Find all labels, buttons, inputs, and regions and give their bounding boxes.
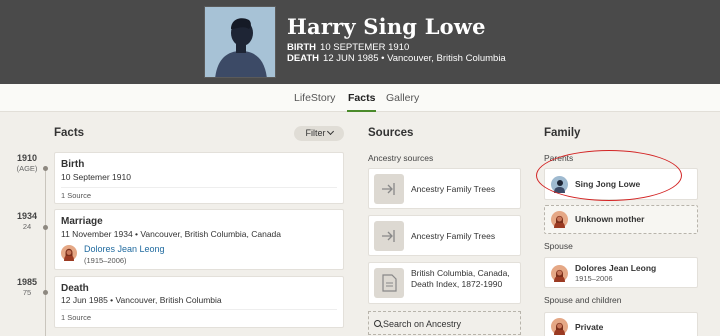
family-member-name: Unknown mother [575, 214, 645, 224]
spouse-and-children-label: Spouse and children [544, 295, 622, 305]
divider [61, 309, 337, 310]
document-icon [374, 268, 404, 298]
tree-icon [374, 174, 404, 204]
source-title: British Columbia, Canada, Death Index, 1… [411, 268, 510, 289]
family-member-name: Sing Jong Lowe [575, 179, 641, 189]
person-name: Harry Sing Lowe [287, 14, 486, 39]
female-avatar-icon [61, 245, 77, 261]
female-avatar-icon [551, 318, 568, 335]
spouse-label: Spouse [544, 241, 573, 251]
family-heading: Family [544, 127, 581, 139]
facts-heading: Facts [54, 127, 85, 139]
female-avatar-icon [551, 211, 568, 228]
search-icon [374, 320, 381, 327]
spouse-years: (1915–2006) [84, 256, 127, 265]
timeline-year: 1934 [16, 211, 38, 221]
timeline-line [45, 168, 46, 336]
search-on-ancestry-button[interactable]: Search on Ancestry [368, 311, 521, 335]
family-member-child[interactable]: Private [544, 312, 698, 336]
fact-title: Marriage [61, 216, 103, 227]
male-avatar-icon [551, 176, 568, 193]
death-summary: DEATH 12 JUN 1985 • Vancouver, British Co… [287, 53, 506, 64]
divider [61, 187, 337, 188]
ancestry-sources-label: Ancestry sources [368, 153, 434, 163]
chevron-down-icon [326, 127, 334, 136]
female-avatar-icon [551, 265, 568, 282]
fact-date: 11 November 1934 • Vancouver, British Co… [61, 229, 282, 239]
parents-label: Parents [544, 153, 574, 163]
fact-source-count[interactable]: 1 Source [61, 313, 91, 322]
fact-title: Death [61, 283, 89, 294]
timeline-year: 1985 [16, 277, 38, 287]
profile-tabs: LifeStory Facts Gallery [0, 84, 720, 112]
source-card[interactable]: British Columbia, Canada, Death Index, 1… [368, 262, 521, 304]
person-silhouette-icon [215, 18, 267, 77]
timeline-age: 75 [22, 288, 32, 297]
timeline-year: 1910 [16, 153, 38, 163]
filter-button[interactable]: Filter [294, 126, 344, 141]
timeline-age: 24 [22, 222, 32, 231]
fact-title: Birth [61, 159, 85, 170]
source-title: Ancestry Family Trees [411, 231, 496, 241]
family-member-father[interactable]: Sing Jong Lowe [544, 168, 698, 200]
family-member-years: 1915–2006 [575, 274, 613, 283]
fact-card-death[interactable]: Death 12 Jun 1985 • Vancouver, British C… [54, 276, 344, 328]
family-member-mother[interactable]: Unknown mother [544, 205, 698, 234]
fact-card-birth[interactable]: Birth 10 Septemer 1910 1 Source [54, 152, 344, 204]
source-card[interactable]: Ancestry Family Trees [368, 215, 521, 256]
tree-icon [374, 221, 404, 251]
tab-lifestory[interactable]: LifeStory [294, 92, 335, 104]
timeline-dot [43, 225, 48, 230]
sources-heading: Sources [368, 127, 414, 139]
source-card[interactable]: Ancestry Family Trees [368, 168, 521, 209]
fact-date: 10 Septemer 1910 [61, 172, 131, 182]
family-member-name: Dolores Jean Leong [575, 263, 657, 273]
fact-card-marriage[interactable]: Marriage 11 November 1934 • Vancouver, B… [54, 209, 344, 270]
timeline-dot [43, 166, 48, 171]
tab-facts[interactable]: Facts [346, 92, 377, 112]
timeline-dot [43, 290, 48, 295]
tab-gallery[interactable]: Gallery [386, 92, 419, 104]
profile-photo-placeholder[interactable] [204, 6, 276, 78]
family-member-spouse[interactable]: Dolores Jean Leong 1915–2006 [544, 257, 698, 288]
birth-summary: BIRTH 10 SEPTEMER 1910 [287, 42, 410, 53]
family-member-name: Private [575, 322, 604, 332]
timeline-age: (AGE) [16, 164, 38, 173]
source-title: Ancestry Family Trees [411, 184, 496, 194]
spouse-link[interactable]: Dolores Jean Leong [84, 244, 165, 254]
fact-source-count[interactable]: 1 Source [61, 191, 91, 200]
profile-header: Harry Sing Lowe BIRTH 10 SEPTEMER 1910 DE… [0, 0, 720, 84]
fact-date: 12 Jun 1985 • Vancouver, British Columbi… [61, 295, 222, 305]
